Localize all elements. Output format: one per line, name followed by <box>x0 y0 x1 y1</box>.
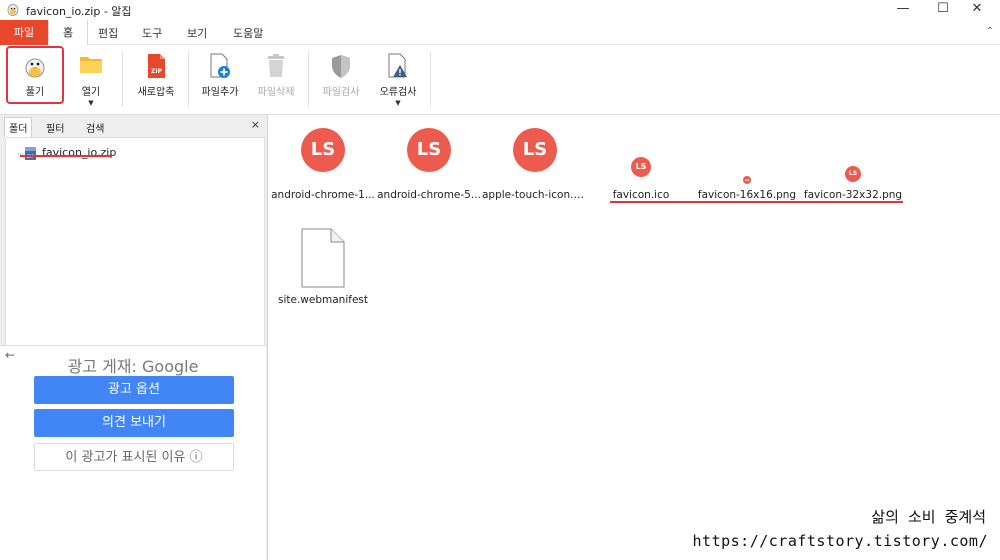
tree-item-label: favicon_io.zip <box>42 146 117 159</box>
ad-area: ← 광고 게재: Google 광고 옵션 의견 보내기 이 광고가 표시된 이… <box>0 345 266 560</box>
error-check-dropdown-arrow-icon[interactable]: ▼ <box>372 99 424 107</box>
ribbon-separator <box>308 51 309 107</box>
error-check-icon <box>388 53 407 78</box>
file-name: favicon-32x32.png <box>803 189 903 201</box>
file-item[interactable]: LS favicon.ico <box>588 115 694 210</box>
ad-feedback-button[interactable]: 의견 보내기 <box>34 409 234 437</box>
panel-tab-filter[interactable]: 필터 <box>42 118 68 137</box>
tab-help[interactable]: 도움말 <box>233 25 263 41</box>
tab-edit[interactable]: 편집 <box>98 25 118 41</box>
open-dropdown-arrow-icon[interactable]: ▼ <box>68 99 114 107</box>
ad-title: 광고 게재: Google <box>67 357 199 376</box>
add-file-label: 파일추가 <box>201 87 239 98</box>
delete-file-button[interactable]: 파일삭제 <box>250 45 302 111</box>
alzip-app-icon <box>7 4 19 16</box>
open-button[interactable]: 열기 ▼ <box>68 45 114 111</box>
file-name: favicon-16x16.png <box>697 189 797 201</box>
file-item[interactable]: LS android-chrome-5... <box>376 115 482 210</box>
watermark-url: https://craftstory.tistory.com/ <box>692 532 988 550</box>
tab-file[interactable]: 파일 <box>0 20 48 45</box>
scan-file-label: 파일검사 <box>322 87 360 98</box>
scan-file-button[interactable]: 파일검사 <box>314 45 368 111</box>
error-check-button[interactable]: 오류검사 ▼ <box>372 45 424 111</box>
trash-icon <box>268 54 284 77</box>
file-item[interactable]: LS favicon-16x16.png <box>694 115 800 210</box>
ad-options-button[interactable]: 광고 옵션 <box>34 376 234 404</box>
left-panel: 폴더 필터 검색 × ZIP favicon_io.zip ← 광고 게재: G… <box>0 115 268 560</box>
ribbon-separator <box>122 51 123 107</box>
tab-home[interactable]: 홈 <box>48 20 88 45</box>
extract-highlight-box <box>6 46 64 104</box>
folder-icon <box>80 57 102 73</box>
favicon-files-underline <box>610 201 903 203</box>
ls-logo-icon: LS <box>513 128 557 172</box>
file-item[interactable]: LS favicon-32x32.png <box>800 115 906 210</box>
tree-item-underline <box>20 155 112 157</box>
ribbon-collapse-icon[interactable]: ⌃ <box>986 26 994 37</box>
ribbon-separator <box>430 51 431 107</box>
add-file-icon <box>210 53 230 78</box>
window-title: favicon_io.zip - 알집 <box>26 5 132 18</box>
ls-logo-icon: LS <box>845 166 861 182</box>
file-item[interactable]: LS android-chrome-1... <box>270 115 376 210</box>
open-label: 열기 <box>81 87 101 98</box>
tab-tools[interactable]: 도구 <box>142 25 162 41</box>
zip-file-icon: ZIP <box>148 54 165 78</box>
file-list-area: LS android-chrome-1... LS android-chrome… <box>269 115 1000 560</box>
panel-tab-bar: 폴더 필터 검색 × <box>0 115 268 137</box>
tab-view[interactable]: 보기 <box>187 25 207 41</box>
ls-logo-icon: LS <box>301 128 345 172</box>
ribbon-separator <box>188 51 189 107</box>
shield-icon <box>332 55 350 78</box>
new-compress-button[interactable]: ZIP 새로압축 <box>130 45 182 111</box>
watermark-title: 삶의 소비 중계석 <box>871 508 986 526</box>
close-window-button[interactable]: ✕ <box>954 0 1000 20</box>
ls-logo-icon: LS <box>631 157 651 177</box>
zip-archive-icon: ZIP <box>18 147 36 160</box>
file-name: android-chrome-5... <box>377 189 481 201</box>
new-compress-label: 새로압축 <box>137 87 175 98</box>
ls-logo-icon: LS <box>743 176 751 184</box>
file-name: android-chrome-1... <box>271 189 375 201</box>
panel-close-icon[interactable]: × <box>251 118 260 131</box>
svg-text:ZIP: ZIP <box>151 68 163 75</box>
panel-tab-search[interactable]: 검색 <box>82 118 108 137</box>
add-file-button[interactable]: 파일추가 <box>194 45 246 111</box>
panel-tab-folder[interactable]: 폴더 <box>4 117 33 137</box>
folder-tree: ZIP favicon_io.zip <box>5 137 265 353</box>
ribbon-tab-bar: 파일 홈 편집 도구 보기 도움말 ⌃ <box>0 20 1000 45</box>
file-item[interactable]: site.webmanifest <box>270 220 376 315</box>
ribbon-toolbar: 풀기 열기 ▼ ZIP 새로압축 파일추가 파일삭제 파일검사 오류검사 ▼ <box>0 45 1000 115</box>
blank-document-icon <box>301 228 345 288</box>
ad-why-button[interactable]: 이 광고가 표시된 이유 ⓘ <box>34 443 234 471</box>
error-check-label: 오류검사 <box>379 87 417 98</box>
delete-file-label: 파일삭제 <box>257 87 295 98</box>
file-name: favicon.ico <box>612 189 670 201</box>
file-name: site.webmanifest <box>278 294 368 306</box>
file-item[interactable]: LS apple-touch-icon.p... <box>482 115 588 210</box>
ls-logo-icon: LS <box>407 128 451 172</box>
title-bar: favicon_io.zip - 알집 — ☐ ✕ <box>0 0 1000 20</box>
file-name: apple-touch-icon.p... <box>482 189 588 201</box>
